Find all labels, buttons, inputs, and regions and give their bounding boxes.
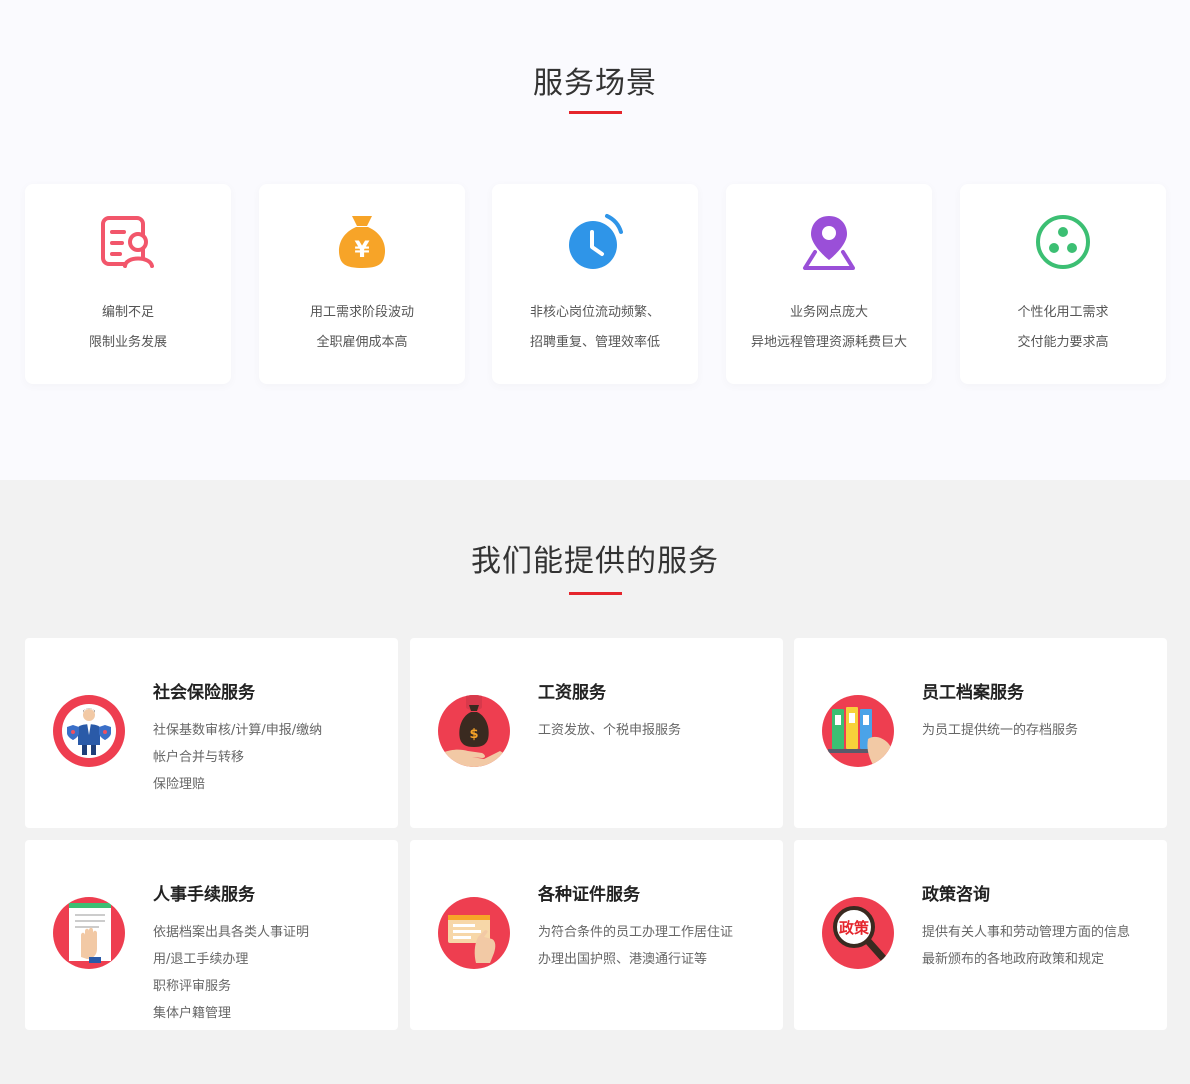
map-pin-icon [799, 212, 859, 272]
service-line: 职称评审服务 [153, 979, 232, 994]
services-section: 我们能提供的服务 社会保险服务 社保基数审核/计算/申报/缴纳 帐户合并与转移 [0, 480, 1190, 1084]
policy-magnifier-icon: 政策 [822, 897, 894, 969]
scene-card-fluctuating-demand: ¥ 用工需求阶段波动 全职雇佣成本高 [259, 184, 465, 384]
service-line: 帐户合并与转移 [153, 750, 245, 765]
svg-text:$: $ [469, 727, 478, 742]
certificate-card-icon [438, 897, 510, 969]
service-line: 提供有关人事和劳动管理方面的信息 [922, 925, 1131, 940]
scenes-title-underline [569, 111, 622, 114]
service-title: 政策咨询 [922, 885, 990, 905]
service-line: 集体户籍管理 [153, 1006, 232, 1021]
service-card-policy-consulting[interactable]: 政策 政策咨询 提供有关人事和劳动管理方面的信息 最新颁布的各地政府政策和规定 [794, 840, 1167, 1030]
service-card-employee-records[interactable]: 员工档案服务 为员工提供统一的存档服务 [794, 638, 1167, 828]
service-card-hr-procedures[interactable]: 人事手续服务 依据档案出具各类人事证明 用/退工手续办理 职称评审服务 集体户籍… [25, 840, 398, 1030]
service-description: 提供有关人事和劳动管理方面的信息 最新颁布的各地政府政策和规定 [922, 919, 1130, 973]
services-title: 我们能提供的服务 [471, 544, 719, 579]
id-card-person-icon [98, 212, 158, 272]
three-dots-circle-icon [1033, 212, 1093, 272]
service-line: 用/退工手续办理 [153, 952, 249, 967]
service-description: 社保基数审核/计算/申报/缴纳 帐户合并与转移 保险理赔 [153, 717, 322, 798]
service-line: 工资发放、个税申报服务 [538, 723, 682, 738]
service-description: 依据档案出具各类人事证明 用/退工手续办理 职称评审服务 集体户籍管理 [153, 919, 309, 1027]
scene-text-line2: 限制业务发展 [88, 335, 167, 350]
scene-card-personalized-demand: 个性化用工需求 交付能力要求高 [960, 184, 1166, 384]
svg-text:¥: ¥ [354, 238, 370, 263]
service-description: 为员工提供统一的存档服务 [922, 717, 1078, 744]
policy-badge-text: 政策 [839, 919, 870, 937]
service-title: 各种证件服务 [538, 885, 640, 905]
service-card-salary[interactable]: $ 工资服务 工资发放、个税申报服务 [410, 638, 783, 828]
scenes-title: 服务场景 [533, 66, 657, 101]
service-line: 保险理赔 [153, 777, 206, 792]
scene-text-line1: 编制不足 [101, 305, 154, 320]
service-line: 依据档案出具各类人事证明 [153, 925, 310, 940]
scene-text-line1: 业务网点庞大 [789, 305, 868, 320]
service-line: 为符合条件的员工办理工作居住证 [538, 925, 734, 940]
service-card-certificates[interactable]: 各种证件服务 为符合条件的员工办理工作居住证 办理出国护照、港澳通行证等 [410, 840, 783, 1030]
service-title: 员工档案服务 [922, 683, 1024, 703]
service-title: 社会保险服务 [153, 683, 255, 703]
money-bag-icon: ¥ [332, 212, 392, 272]
service-line: 办理出国护照、港澳通行证等 [538, 952, 708, 967]
scene-card-large-network: 业务网点庞大 异地远程管理资源耗费巨大 [726, 184, 932, 384]
scene-text-line1: 非核心岗位流动频繁、 [529, 305, 660, 320]
services-title-underline [569, 592, 622, 595]
file-folders-icon [822, 695, 894, 767]
scene-text-line2: 异地远程管理资源耗费巨大 [750, 335, 907, 350]
service-title: 人事手续服务 [153, 885, 255, 905]
scene-text-line1: 用工需求阶段波动 [309, 305, 414, 320]
service-line: 社保基数审核/计算/申报/缴纳 [153, 723, 323, 738]
service-card-social-insurance[interactable]: 社会保险服务 社保基数审核/计算/申报/缴纳 帐户合并与转移 保险理赔 [25, 638, 398, 828]
service-title: 工资服务 [538, 683, 606, 703]
scene-card-high-turnover: 非核心岗位流动频繁、 招聘重复、管理效率低 [492, 184, 698, 384]
scene-text-line2: 招聘重复、管理效率低 [529, 335, 660, 350]
salary-bag-icon: $ [438, 695, 510, 767]
service-description: 为符合条件的员工办理工作居住证 办理出国护照、港澳通行证等 [538, 919, 733, 973]
clock-icon [565, 212, 625, 272]
insurance-person-icon [53, 695, 125, 767]
service-line: 为员工提供统一的存档服务 [922, 723, 1079, 738]
scenes-section: 服务场景 编制不足 限制业务发展 ¥ 用工需求阶段波动 全职雇佣成本高 非核心岗… [0, 0, 1190, 480]
scene-card-understaffed: 编制不足 限制业务发展 [25, 184, 231, 384]
scene-text-line1: 个性化用工需求 [1017, 305, 1109, 320]
document-hand-icon [53, 897, 125, 969]
scene-text-line2: 全职雇佣成本高 [316, 335, 408, 350]
scene-text-line2: 交付能力要求高 [1017, 335, 1109, 350]
service-description: 工资发放、个税申报服务 [538, 717, 681, 744]
service-line: 最新颁布的各地政府政策和规定 [922, 952, 1105, 967]
